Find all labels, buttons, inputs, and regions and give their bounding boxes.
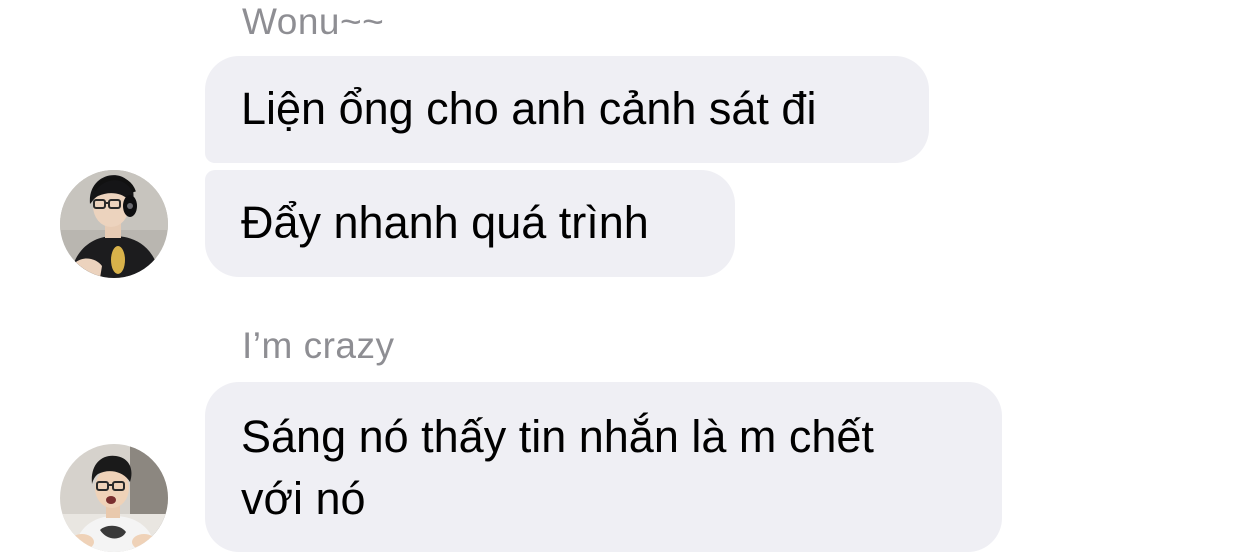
message-bubble[interactable]: Đẩy nhanh quá trình <box>205 170 735 277</box>
sender-name-im-crazy: I’m crazy <box>242 325 395 366</box>
avatar-im-crazy-photo <box>60 444 168 552</box>
message-bubble[interactable]: Liện ổng cho anh cảnh sát đi <box>205 56 929 163</box>
sender-name-wonu: Wonu~~ <box>242 1 385 42</box>
message-text-line-2: với nó <box>241 473 366 524</box>
message-text: Đẩy nhanh quá trình <box>241 197 649 248</box>
avatar-im-crazy[interactable] <box>60 444 168 552</box>
avatar-wonu-photo <box>60 170 168 278</box>
avatar-wonu[interactable] <box>60 170 168 278</box>
message-bubble[interactable]: Sáng nó thấy tin nhắn là m chết với nó <box>205 382 1002 552</box>
message-text-line-1: Sáng nó thấy tin nhắn là m chết <box>241 411 874 462</box>
message-text: Liện ổng cho anh cảnh sát đi <box>241 83 817 134</box>
